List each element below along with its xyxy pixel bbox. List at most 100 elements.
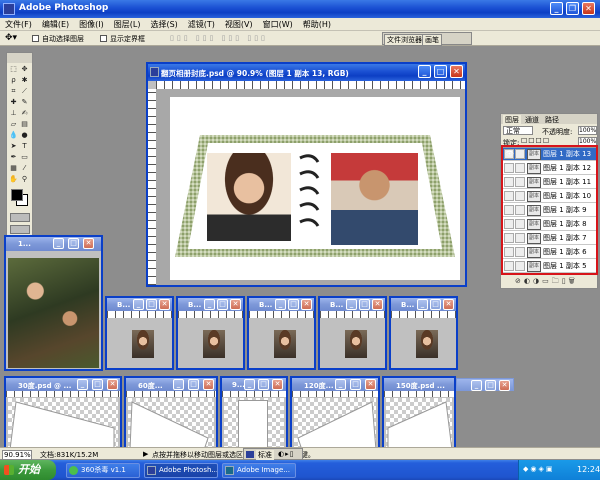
thumb-minimize-button[interactable]: _ [346,299,357,310]
small-doc-minimize-button[interactable]: _ [53,238,64,249]
thumb-maximize-button[interactable]: □ [288,299,299,310]
screen-mode-buttons[interactable] [10,225,30,234]
crop-tool-icon[interactable]: ⌗ [9,87,18,96]
taskbar-item-imageready[interactable]: Adobe Image... [222,463,296,478]
thumb-minimize-button[interactable]: _ [204,299,215,310]
show-bounds-checkbox[interactable] [100,35,107,42]
rotation-window-60[interactable]: 60度... _ □ ✕ [124,376,218,452]
thumb-close-button[interactable]: ✕ [301,299,312,310]
thumb-minimize-button[interactable]: _ [275,299,286,310]
app-minimize-button[interactable]: _ [550,2,563,15]
menu-window[interactable]: 窗口(W) [258,18,298,31]
small-doc-maximize-button[interactable]: □ [68,238,79,249]
shape-tool-icon[interactable]: ▭ [20,153,29,162]
small-document-window[interactable]: 1... _ □ ✕ [4,235,103,371]
menu-image[interactable]: 图像(I) [74,18,109,31]
status-arrow-icon[interactable]: ▶ [143,450,148,458]
rotation-minimize-button[interactable]: _ [244,379,255,390]
type-tool-icon[interactable]: T [20,142,29,151]
app-restore-button[interactable]: ❐ [566,2,579,15]
magic-wand-icon[interactable]: ✱ [20,76,29,85]
brush-tool-icon[interactable]: ✎ [20,98,29,107]
taskbar-item-photoshop[interactable]: Adobe Photosh... [144,463,218,478]
thumb-window-1[interactable]: B... _ □ ✕ [105,296,174,370]
thumb-maximize-button[interactable]: □ [359,299,370,310]
menu-view[interactable]: 视图(V) [220,18,258,31]
main-doc-close-button[interactable]: ✕ [450,65,463,78]
rotation-minimize-button[interactable]: _ [173,379,184,390]
opacity-value[interactable]: 100% [578,126,597,135]
rotation-maximize-button[interactable]: □ [485,380,496,391]
main-doc-maximize-button[interactable]: □ [434,65,447,78]
rotation-minimize-button[interactable]: _ [335,379,346,390]
tab-paths[interactable]: 路径 [543,115,561,125]
rotation-maximize-button[interactable]: □ [188,379,199,390]
foreground-color-swatch[interactable] [11,189,23,201]
rotation-minimize-button[interactable]: _ [471,380,482,391]
rotation-maximize-button[interactable]: □ [350,379,361,390]
slice-tool-icon[interactable]: ⟋ [20,87,29,96]
menu-layer[interactable]: 图层(L) [109,18,146,31]
tray-icons[interactable]: ◆◉◈▣ [523,465,555,473]
menu-file[interactable]: 文件(F) [0,18,37,31]
thumb-close-button[interactable]: ✕ [230,299,241,310]
marquee-tool-icon[interactable]: ⬚ [9,65,18,74]
menu-help[interactable]: 帮助(H) [298,18,336,31]
thumb-close-button[interactable]: ✕ [159,299,170,310]
menu-edit[interactable]: 编辑(E) [37,18,74,31]
taskbar-item-360[interactable]: 360杀毒 v1.1 [66,463,140,478]
mini-tab-label[interactable]: 标准 [256,450,274,460]
hand-tool-icon[interactable]: ✋ [9,175,18,184]
blur-tool-icon[interactable]: 💧 [9,131,18,140]
rotation-close-button[interactable]: ✕ [365,379,376,390]
rotation-close-button[interactable]: ✕ [272,379,283,390]
rotation-window-120[interactable]: 120度... _ □ ✕ [290,376,380,452]
quickmask-buttons[interactable] [10,213,30,222]
tab-channels[interactable]: 通道 [523,115,541,125]
thumb-close-button[interactable]: ✕ [372,299,383,310]
blend-mode-select[interactable]: 正常 [503,126,533,135]
thumb-minimize-button[interactable]: _ [417,299,428,310]
main-doc-minimize-button[interactable]: _ [418,65,431,78]
zoom-value[interactable]: 90.91% [2,450,32,460]
gradient-tool-icon[interactable]: ▤ [20,120,29,129]
thumb-window-5[interactable]: B... _ □ ✕ [389,296,458,370]
lasso-tool-icon[interactable]: ρ [9,76,18,85]
mini-controls[interactable]: ◐▸▯ [278,450,294,458]
align-icons[interactable]: ▯▯▯ ▯▯▯ ▯▯▯ ▯▯▯ [170,34,268,42]
notes-tool-icon[interactable]: ▦ [9,164,18,173]
thumb-maximize-button[interactable]: □ [217,299,228,310]
rotation-close-button[interactable]: ✕ [499,380,510,391]
tab-brushes[interactable]: 画笔 [422,34,442,46]
move-tool-icon[interactable]: ✥ [20,65,29,74]
auto-select-checkbox[interactable] [32,35,39,42]
main-document-window[interactable]: 翻页相册封底.psd @ 90.9% (图层 1 副本 13, RGB) _ □… [146,62,467,287]
tab-layers[interactable]: 图层 [503,115,521,125]
eyedropper-icon[interactable]: ⁄ [20,164,29,173]
history-brush-icon[interactable]: ✍ [20,109,29,118]
stamp-tool-icon[interactable]: ⊥ [9,109,18,118]
thumb-window-2[interactable]: B... _ □ ✕ [176,296,245,370]
start-button[interactable]: 开始 [0,460,56,480]
thumb-window-3[interactable]: B... _ □ ✕ [247,296,316,370]
thumb-maximize-button[interactable]: □ [146,299,157,310]
doc-size[interactable]: 文档:831K/15.2M [40,450,98,460]
thumb-maximize-button[interactable]: □ [430,299,441,310]
rotation-window-150[interactable]: 150度.psd ... [382,376,456,452]
thumb-window-4[interactable]: B... _ □ ✕ [318,296,387,370]
menu-select[interactable]: 选择(S) [145,18,182,31]
dodge-tool-icon[interactable]: ● [20,131,29,140]
path-select-icon[interactable]: ➤ [9,142,18,151]
menu-filter[interactable]: 滤镜(T) [183,18,220,31]
rotation-window-90[interactable]: 9... _ □ ✕ [220,376,288,452]
thumb-close-button[interactable]: ✕ [443,299,454,310]
rotation-window-30[interactable]: 30度.psd @ ... _ □ ✕ [4,376,122,452]
tab-file-browser[interactable]: 文件浏览器 [384,34,425,46]
rotation-close-button[interactable]: ✕ [107,379,118,390]
rotation-maximize-button[interactable]: □ [92,379,103,390]
move-tool-icon[interactable]: ✥▾ [5,33,17,43]
healing-brush-icon[interactable]: ✚ [9,98,18,107]
thumb-minimize-button[interactable]: _ [133,299,144,310]
pen-tool-icon[interactable]: ✒ [9,153,18,162]
rotation-minimize-button[interactable]: _ [77,379,88,390]
